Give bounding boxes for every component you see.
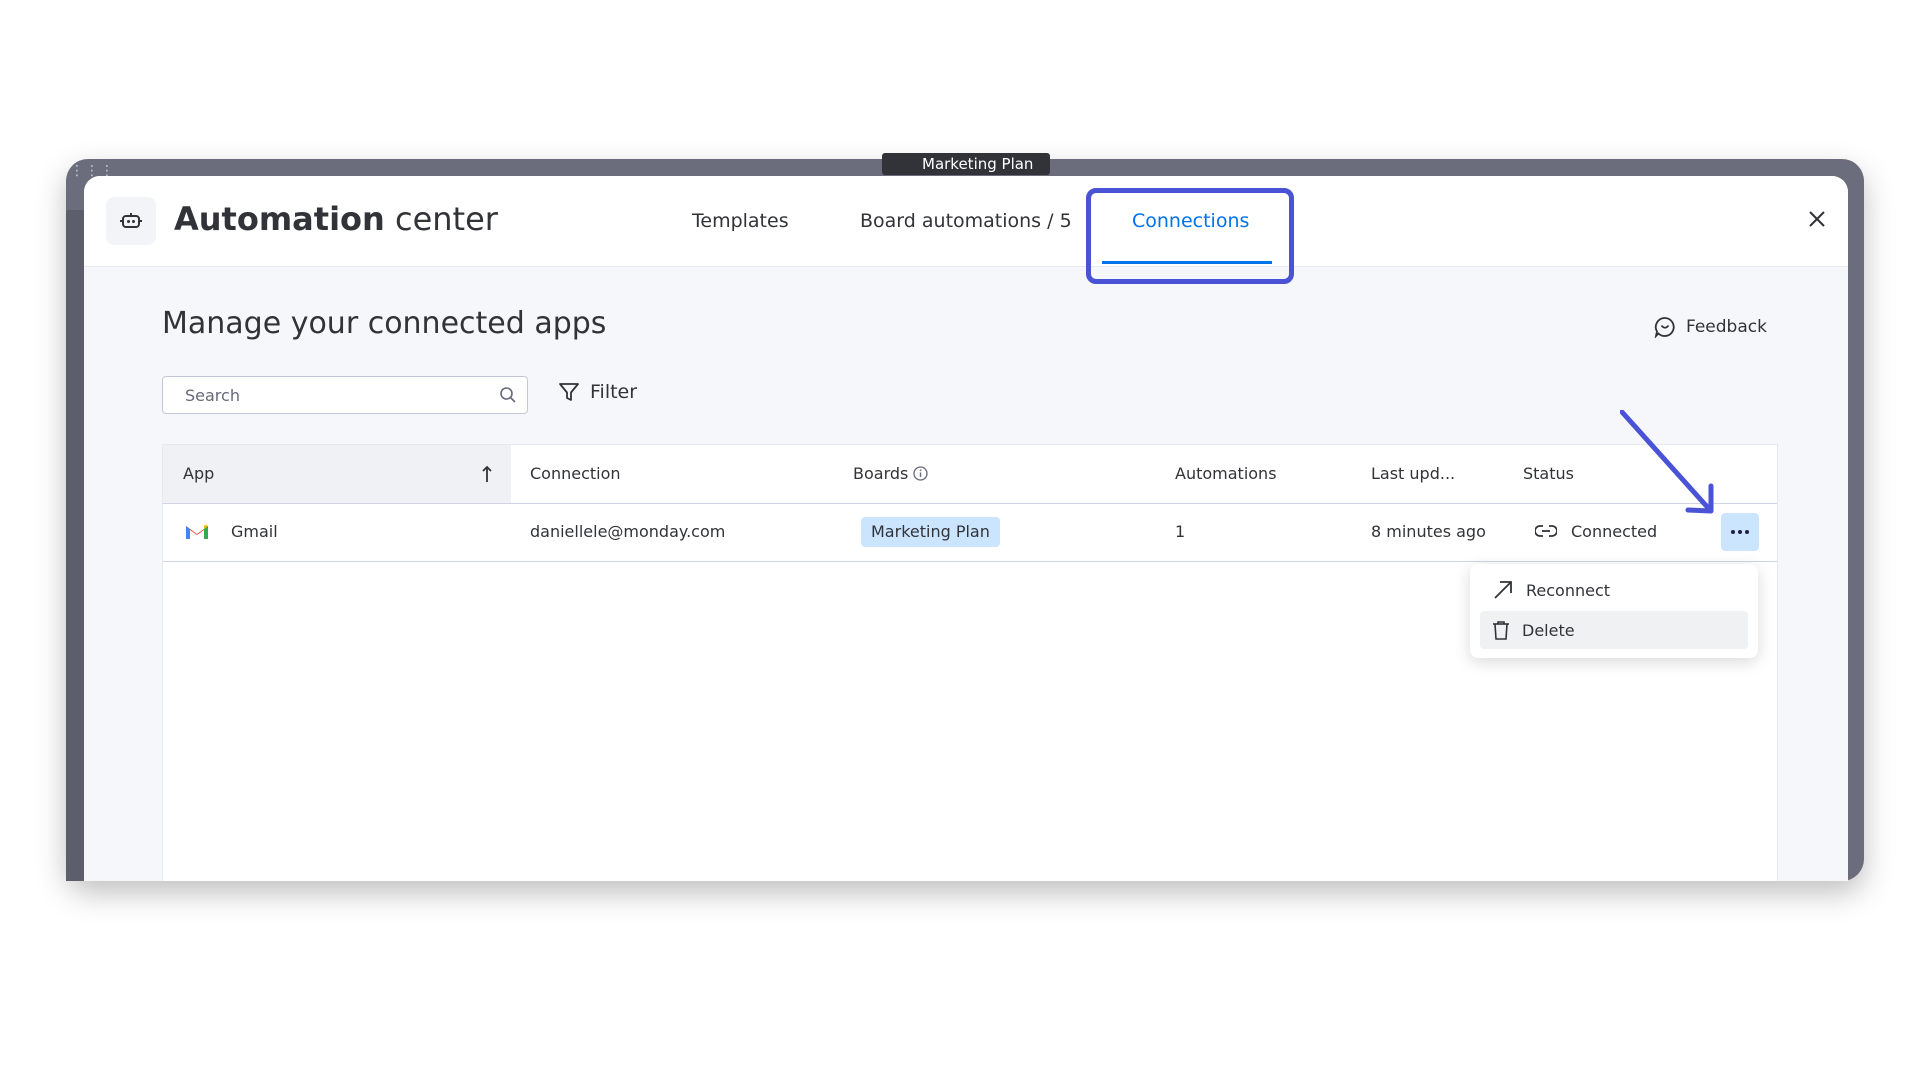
tab-board-automations[interactable]: Board automations / 5 [860, 210, 1072, 232]
feedback-button[interactable]: Feedback [1654, 316, 1767, 338]
reconnect-label: Reconnect [1526, 580, 1611, 600]
board-chip: Marketing Plan [882, 153, 1050, 175]
background-sidebar [66, 210, 86, 881]
sort-arrow-up-icon[interactable] [481, 465, 493, 483]
app-name: Gmail [231, 522, 278, 541]
arrow-up-right-icon [1494, 581, 1512, 599]
feedback-icon [1654, 317, 1675, 338]
filter-icon [559, 383, 579, 401]
more-dots-icon [1731, 530, 1749, 534]
close-icon[interactable] [1802, 204, 1832, 234]
column-header-status[interactable]: Status [1523, 464, 1574, 483]
column-header-connection[interactable]: Connection [530, 464, 621, 483]
column-header-automations[interactable]: Automations [1175, 464, 1277, 483]
board-chip-label: Marketing Plan [922, 155, 1034, 173]
filter-button[interactable]: Filter [558, 381, 637, 403]
connections-tab-highlight [1086, 188, 1294, 284]
column-header-app[interactable]: App [183, 464, 214, 483]
modal-header: Automation center Templates Board automa… [84, 176, 1848, 267]
modal-title: Automation center [174, 200, 498, 238]
annotation-arrow-icon [1620, 410, 1714, 514]
search-input[interactable] [183, 385, 487, 406]
table-row: Gmail daniellele@monday.com Marketing Pl… [163, 503, 1777, 562]
tab-templates[interactable]: Templates [692, 210, 789, 232]
connection-email: daniellele@monday.com [530, 522, 726, 541]
filter-label: Filter [590, 381, 638, 403]
trash-icon [1493, 621, 1509, 640]
title-light: center [384, 200, 498, 238]
search-box [162, 376, 528, 414]
title-bold: Automation [174, 200, 385, 238]
automations-count: 1 [1175, 522, 1186, 541]
row-actions-menu: Reconnect Delete [1470, 564, 1758, 658]
robot-icon [120, 213, 142, 228]
info-icon[interactable] [913, 466, 928, 481]
column-header-last-updated[interactable]: Last upd... [1371, 464, 1455, 483]
connections-table: App Connection Boards Automations Last u… [162, 444, 1778, 881]
column-header-boards[interactable]: Boards [853, 464, 908, 483]
menu-item-delete[interactable]: Delete [1480, 611, 1748, 649]
delete-label: Delete [1522, 620, 1575, 640]
search-icon [500, 387, 516, 403]
feedback-label: Feedback [1686, 317, 1767, 337]
gmail-icon [186, 524, 208, 539]
last-updated-value: 8 minutes ago [1371, 522, 1486, 541]
more-actions-button[interactable] [1721, 513, 1759, 551]
board-tag[interactable]: Marketing Plan [861, 517, 1000, 547]
page-title: Manage your connected apps [162, 306, 607, 341]
status-value: Connected [1571, 522, 1658, 541]
link-icon [1535, 525, 1557, 537]
menu-item-reconnect[interactable]: Reconnect [1480, 571, 1748, 609]
table-header: App Connection Boards Automations Last u… [163, 445, 1777, 504]
app-column-header[interactable] [163, 445, 511, 503]
automation-center-modal: Automation center Templates Board automa… [84, 176, 1848, 881]
robot-icon-box [106, 197, 156, 245]
